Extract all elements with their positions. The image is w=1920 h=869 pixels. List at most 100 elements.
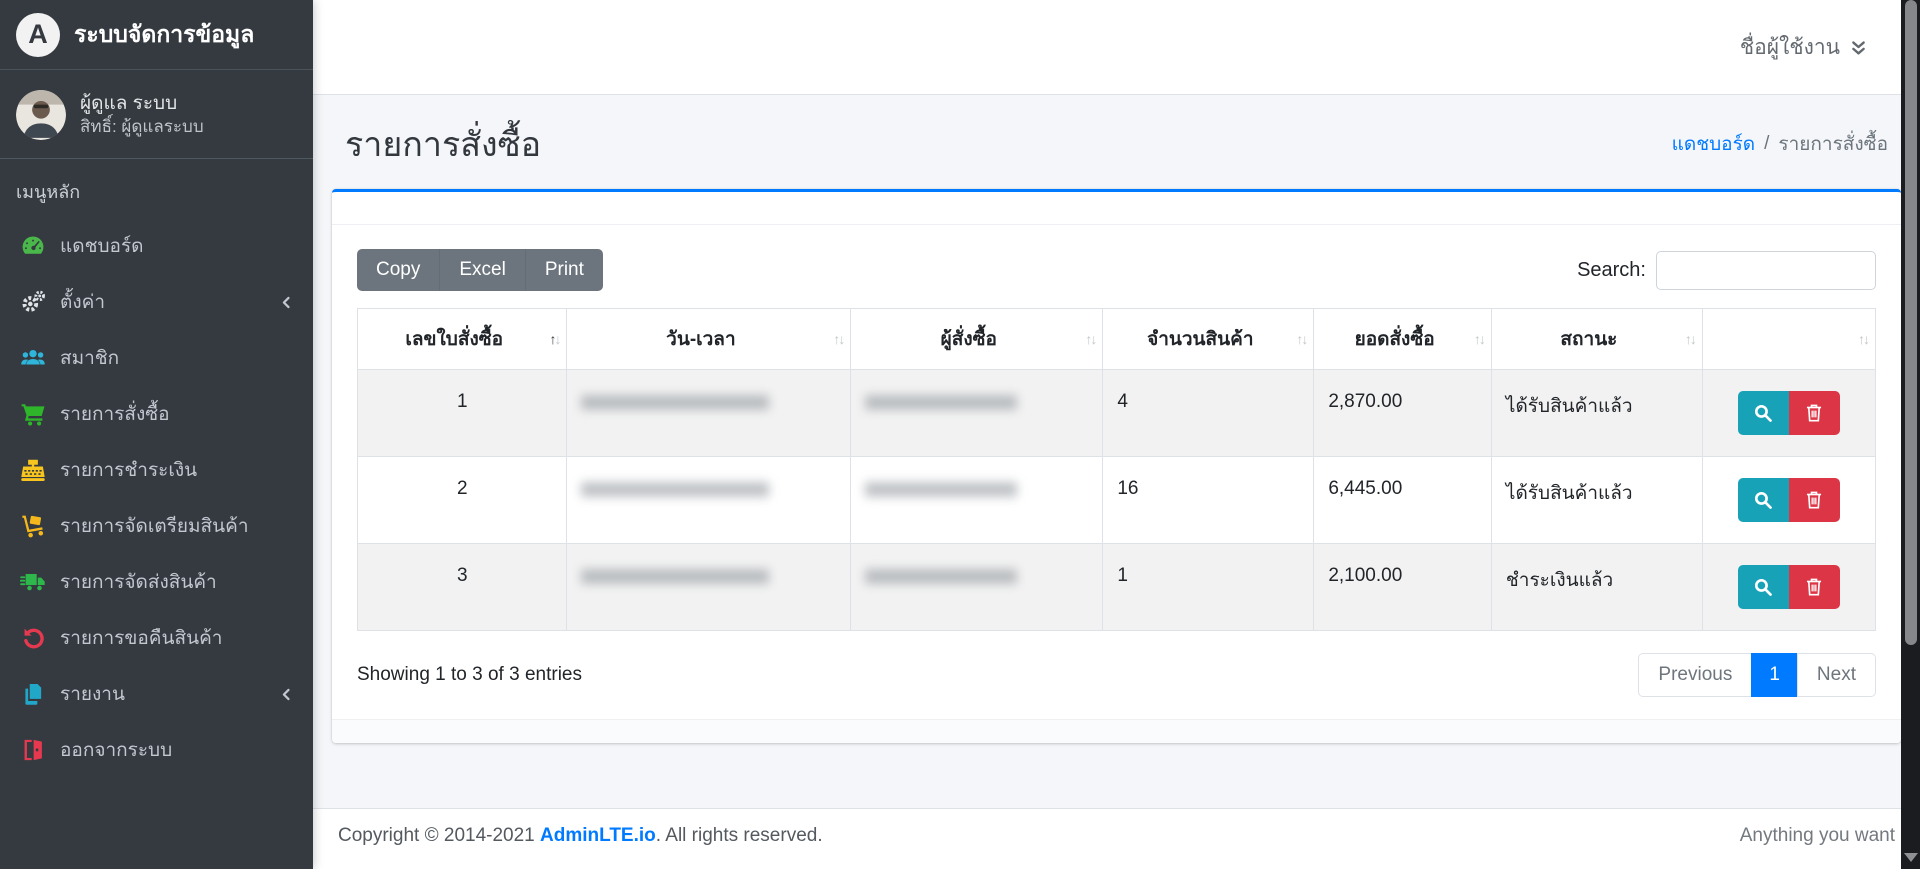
footer-right-text: Anything you want <box>1740 825 1895 847</box>
cart-icon <box>20 401 46 427</box>
card-footer <box>332 719 1901 743</box>
main-area: ชื่อผู้ใช้งาน รายการสั่งซื้อ แดชบอร์ด / … <box>313 0 1920 869</box>
sidebar-item-label: รายการขอคืนสินค้า <box>60 623 222 653</box>
app-title: ระบบจัดการข้อมูล <box>74 17 254 53</box>
app-window: A ระบบจัดการข้อมูล ผู้ดูแล ระบบ สิทธิ์: … <box>0 0 1920 869</box>
pagination-previous[interactable]: Previous <box>1638 653 1752 697</box>
scrollbar-thumb[interactable] <box>1905 0 1917 645</box>
sidebar-item-settings[interactable]: ตั้งค่า <box>8 274 305 330</box>
sidebar-item-members[interactable]: สมาชิก <box>8 330 305 386</box>
sidebar-item-reports[interactable]: รายงาน <box>8 666 305 722</box>
scrollbar-down-arrow[interactable] <box>1904 853 1918 862</box>
sidebar-item-orders[interactable]: รายการสั่งซื้อ <box>8 386 305 442</box>
cell-buyer <box>851 457 1103 544</box>
sidebar-item-returns[interactable]: รายการขอคืนสินค้า <box>8 610 305 666</box>
pagination: Previous 1 Next <box>1638 653 1876 697</box>
double-chevron-down-icon <box>1849 39 1868 58</box>
sort-icon: ↑↓ <box>1474 331 1484 347</box>
redacted-datetime <box>581 569 769 584</box>
trash-icon <box>1803 489 1825 511</box>
user-menu-label: ชื่อผู้ใช้งาน <box>1740 31 1840 64</box>
card-body: CopyExcelPrint Search: เลขใบสั่งซื้อ ↑↓ … <box>332 225 1901 719</box>
trash-icon <box>1803 576 1825 598</box>
table-footer: Showing 1 to 3 of 3 entries Previous 1 N… <box>357 653 1876 697</box>
cell-quantity: 16 <box>1103 457 1314 544</box>
view-order-button[interactable] <box>1738 565 1789 609</box>
undo-icon <box>20 625 46 651</box>
cell-quantity: 1 <box>1103 544 1314 631</box>
gauge-icon <box>20 233 46 259</box>
search-icon <box>1752 402 1774 424</box>
cell-order-no: 1 <box>358 370 567 457</box>
table-toolbar: CopyExcelPrint Search: <box>357 249 1876 291</box>
search-icon <box>1752 576 1774 598</box>
delete-order-button[interactable] <box>1789 478 1840 522</box>
sidebar: A ระบบจัดการข้อมูล ผู้ดูแล ระบบ สิทธิ์: … <box>0 0 313 869</box>
search-input[interactable] <box>1656 251 1876 290</box>
orders-table: เลขใบสั่งซื้อ ↑↓ วัน-เวลา ↑↓ ผู้สั่งซื้อ… <box>357 308 1876 631</box>
cell-total: 6,445.00 <box>1314 457 1492 544</box>
chevron-left-icon <box>278 686 295 703</box>
cell-total: 2,870.00 <box>1314 370 1492 457</box>
column-header-5[interactable]: สถานะ ↑↓ <box>1491 309 1702 370</box>
user-menu-dropdown[interactable]: ชื่อผู้ใช้งาน <box>1740 31 1868 64</box>
top-navbar: ชื่อผู้ใช้งาน <box>313 0 1920 95</box>
pagination-page-1[interactable]: 1 <box>1751 653 1798 697</box>
copyright-text: Copyright © 2014-2021 AdminLTE.io. All r… <box>338 825 823 847</box>
sort-icon: ↑↓ <box>833 331 843 347</box>
sidebar-item-preparation[interactable]: รายการจัดเตรียมสินค้า <box>8 498 305 554</box>
column-header-3[interactable]: จำนวนสินค้า ↑↓ <box>1103 309 1314 370</box>
order-row: 3 1 2,100.00 ชำระเงินแล้ว <box>358 544 1876 631</box>
sort-icon: ↑↓ <box>1685 331 1695 347</box>
copy-button[interactable]: Copy <box>357 249 439 291</box>
app-logo-icon: A <box>16 13 60 57</box>
column-header-1[interactable]: วัน-เวลา ↑↓ <box>567 309 851 370</box>
cell-total: 2,100.00 <box>1314 544 1492 631</box>
truck-icon <box>20 569 46 595</box>
sidebar-item-dashboard[interactable]: แดชบอร์ด <box>8 218 305 274</box>
cash-register-icon <box>20 457 46 483</box>
browser-scrollbar[interactable] <box>1901 0 1920 869</box>
view-order-button[interactable] <box>1738 478 1789 522</box>
user-name[interactable]: ผู้ดูแล ระบบ <box>80 91 204 117</box>
view-order-button[interactable] <box>1738 391 1789 435</box>
column-header-0[interactable]: เลขใบสั่งซื้อ ↑↓ <box>358 309 567 370</box>
sidebar-item-shipping[interactable]: รายการจัดส่งสินค้า <box>8 554 305 610</box>
cell-status: ได้รับสินค้าแล้ว <box>1491 457 1702 544</box>
search-area: Search: <box>1577 251 1876 290</box>
sidebar-item-logout[interactable]: ออกจากระบบ <box>8 722 305 778</box>
delete-order-button[interactable] <box>1789 565 1840 609</box>
breadcrumb-separator: / <box>1764 133 1769 155</box>
sidebar-item-label: รายการจัดส่งสินค้า <box>60 567 217 597</box>
search-icon <box>1752 489 1774 511</box>
sidebar-menu: แดชบอร์ด ตั้งค่า สมาชิก รายการสั่งซื้อ ร… <box>0 212 313 784</box>
cell-buyer <box>851 544 1103 631</box>
avatar[interactable] <box>16 90 66 140</box>
search-label: Search: <box>1577 259 1646 282</box>
page-footer: Copyright © 2014-2021 AdminLTE.io. All r… <box>313 808 1920 869</box>
cell-status: ชำระเงินแล้ว <box>1491 544 1702 631</box>
column-header-6[interactable]: ↑↓ <box>1702 309 1875 370</box>
sidebar-item-label: รายงาน <box>60 679 125 709</box>
sidebar-item-label: ตั้งค่า <box>60 287 105 317</box>
column-header-2[interactable]: ผู้สั่งซื้อ ↑↓ <box>851 309 1103 370</box>
copy-icon <box>20 681 46 707</box>
cell-datetime <box>567 544 851 631</box>
excel-button[interactable]: Excel <box>439 249 524 291</box>
delete-order-button[interactable] <box>1789 391 1840 435</box>
brand-link[interactable]: A ระบบจัดการข้อมูล <box>0 0 313 70</box>
sidebar-section-label: เมนูหลัก <box>0 159 313 212</box>
cell-actions <box>1702 544 1875 631</box>
adminlte-link[interactable]: AdminLTE.io <box>540 825 656 846</box>
trash-icon <box>1803 402 1825 424</box>
pagination-next[interactable]: Next <box>1797 653 1876 697</box>
column-header-4[interactable]: ยอดสั่งซื้อ ↑↓ <box>1314 309 1492 370</box>
breadcrumb-link-dashboard[interactable]: แดชบอร์ด <box>1672 129 1756 159</box>
chevron-left-icon <box>278 294 295 311</box>
sidebar-item-payments[interactable]: รายการชำระเงิน <box>8 442 305 498</box>
print-button[interactable]: Print <box>525 249 603 291</box>
sort-icon: ↑↓ <box>549 331 559 347</box>
content: รายการสั่งซื้อ แดชบอร์ด / รายการสั่งซื้อ… <box>313 95 1920 743</box>
content-header: รายการสั่งซื้อ แดชบอร์ด / รายการสั่งซื้อ <box>332 95 1901 189</box>
breadcrumb-current: รายการสั่งซื้อ <box>1778 129 1888 159</box>
